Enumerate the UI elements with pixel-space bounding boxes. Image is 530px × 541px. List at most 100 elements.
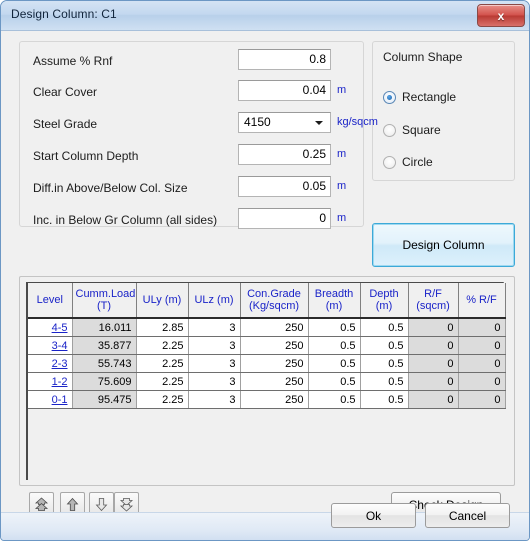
column-shape-group: Column Shape Rectangle Square Circle <box>372 41 515 181</box>
input-inc-below-gr[interactable]: 0 <box>238 208 331 229</box>
cell-pct_rf[interactable]: 0 <box>458 318 506 337</box>
cell-con_grade[interactable]: 250 <box>240 336 309 355</box>
input-diff-col-size[interactable]: 0.05 <box>238 176 331 197</box>
th-pct-rf[interactable]: % R/F <box>458 283 506 319</box>
th-level[interactable]: Level <box>28 283 73 319</box>
levels-table-body: 4-5 16.011 2.85 3 250 0.5 0.5 0 0 3-4 35.877 2.25 3 2… <box>28 318 506 409</box>
cell-cumm_load[interactable]: 75.609 <box>72 372 137 391</box>
table-row[interactable]: 1-2 75.609 2.25 3 250 0.5 0.5 0 0 <box>28 372 506 391</box>
table-row[interactable]: 4-5 16.011 2.85 3 250 0.5 0.5 0 0 <box>28 318 506 337</box>
cell-pct_rf[interactable]: 0 <box>458 336 506 355</box>
th-uly[interactable]: ULy (m) <box>136 283 189 319</box>
label-steel-grade: Steel Grade <box>33 117 98 131</box>
label-inc-below-gr: Inc. in Below Gr Column (all sides) <box>33 213 218 227</box>
th-cumm-load[interactable]: Cumm.Load (T) <box>72 283 137 319</box>
cell-level[interactable]: 0-1 <box>28 390 73 409</box>
cell-level[interactable]: 4-5 <box>28 318 73 337</box>
radio-circle-icon <box>383 155 396 169</box>
cell-con_grade[interactable]: 250 <box>240 390 309 409</box>
table-row[interactable]: 0-1 95.475 2.25 3 250 0.5 0.5 0 0 <box>28 390 506 409</box>
radio-square[interactable]: Square <box>383 122 441 138</box>
table-row[interactable]: 2-3 55.743 2.25 3 250 0.5 0.5 0 0 <box>28 354 506 373</box>
radio-square-label: Square <box>402 123 441 137</box>
cell-ulz[interactable]: 3 <box>188 372 241 391</box>
cell-uly[interactable]: 2.85 <box>136 318 189 337</box>
cell-rf[interactable]: 0 <box>408 372 459 391</box>
cell-depth[interactable]: 0.5 <box>360 354 409 373</box>
table-header-row: Level Cumm.Load (T) ULy (m) ULz (m) Con.G… <box>28 283 506 319</box>
cell-breadth[interactable]: 0.5 <box>308 372 361 391</box>
cell-rf[interactable]: 0 <box>408 390 459 409</box>
input-clear-cover[interactable]: 0.04 <box>238 80 331 101</box>
cell-rf[interactable]: 0 <box>408 354 459 373</box>
cell-breadth[interactable]: 0.5 <box>308 354 361 373</box>
th-breadth[interactable]: Breadth (m) <box>308 283 361 319</box>
cell-con_grade[interactable]: 250 <box>240 372 309 391</box>
design-column-button[interactable]: Design Column <box>372 223 515 267</box>
cell-con_grade[interactable]: 250 <box>240 354 309 373</box>
cell-cumm_load[interactable]: 95.475 <box>72 390 137 409</box>
cell-ulz[interactable]: 3 <box>188 390 241 409</box>
cell-rf[interactable]: 0 <box>408 336 459 355</box>
unit-clear-cover: m <box>337 84 347 96</box>
label-diff-col-size: Diff.in Above/Below Col. Size <box>33 181 188 195</box>
cell-pct_rf[interactable]: 0 <box>458 372 506 391</box>
cell-uly[interactable]: 2.25 <box>136 390 189 409</box>
unit-inc-below-gr: m <box>337 212 347 224</box>
cell-depth[interactable]: 0.5 <box>360 390 409 409</box>
th-depth[interactable]: Depth (m) <box>360 283 409 319</box>
cell-pct_rf[interactable]: 0 <box>458 390 506 409</box>
column-levels-grid: Level Cumm.Load (T) ULy (m) ULz (m) Con.G… <box>26 282 506 409</box>
cell-cumm_load[interactable]: 55.743 <box>72 354 137 373</box>
cell-uly[interactable]: 2.25 <box>136 372 189 391</box>
chevron-down-icon <box>310 113 327 132</box>
grid-empty-area <box>26 409 504 480</box>
design-column-dialog: Design Column: C1 x Column Shape Rectang… <box>0 0 530 541</box>
close-button[interactable]: x <box>477 4 525 27</box>
label-clear-cover: Clear Cover <box>33 85 98 99</box>
cell-level[interactable]: 1-2 <box>28 372 73 391</box>
cell-ulz[interactable]: 3 <box>188 354 241 373</box>
close-icon: x <box>497 8 505 23</box>
cell-uly[interactable]: 2.25 <box>136 336 189 355</box>
select-steel-grade[interactable]: 4150 <box>238 112 331 133</box>
input-assume-rnf[interactable]: 0.8 <box>238 49 331 70</box>
cell-breadth[interactable]: 0.5 <box>308 318 361 337</box>
th-ulz[interactable]: ULz (m) <box>188 283 241 319</box>
title-bar: Design Column: C1 x <box>1 1 529 31</box>
cell-cumm_load[interactable]: 35.877 <box>72 336 137 355</box>
cell-rf[interactable]: 0 <box>408 318 459 337</box>
cell-pct_rf[interactable]: 0 <box>458 354 506 373</box>
ok-button[interactable]: Ok <box>331 503 416 528</box>
cell-depth[interactable]: 0.5 <box>360 372 409 391</box>
cancel-button[interactable]: Cancel <box>425 503 510 528</box>
radio-circle-label: Circle <box>402 155 433 169</box>
cell-uly[interactable]: 2.25 <box>136 354 189 373</box>
cell-con_grade[interactable]: 250 <box>240 318 309 337</box>
radio-rectangle-icon <box>383 90 396 104</box>
cell-level[interactable]: 2-3 <box>28 354 73 373</box>
radio-circle[interactable]: Circle <box>383 154 433 170</box>
unit-diff-col-size: m <box>337 180 347 192</box>
cell-depth[interactable]: 0.5 <box>360 336 409 355</box>
table-row[interactable]: 3-4 35.877 2.25 3 250 0.5 0.5 0 0 <box>28 336 506 355</box>
cell-cumm_load[interactable]: 16.011 <box>72 318 137 337</box>
radio-rectangle[interactable]: Rectangle <box>383 89 456 105</box>
column-levels-grid-panel: Level Cumm.Load (T) ULy (m) ULz (m) Con.G… <box>19 276 515 486</box>
cell-level[interactable]: 3-4 <box>28 336 73 355</box>
cell-ulz[interactable]: 3 <box>188 336 241 355</box>
th-con-grade[interactable]: Con.Grade (Kg/sqcm) <box>240 283 309 319</box>
unit-steel-grade: kg/sqcm <box>337 116 378 128</box>
label-assume-rnf: Assume % Rnf <box>33 54 113 68</box>
input-start-column-depth[interactable]: 0.25 <box>238 144 331 165</box>
th-rf[interactable]: R/F (sqcm) <box>408 283 459 319</box>
unit-start-column-depth: m <box>337 148 347 160</box>
label-start-column-depth: Start Column Depth <box>33 149 139 163</box>
cell-breadth[interactable]: 0.5 <box>308 336 361 355</box>
cell-ulz[interactable]: 3 <box>188 318 241 337</box>
cell-breadth[interactable]: 0.5 <box>308 390 361 409</box>
up-arrow-icon <box>66 497 79 511</box>
down-arrow-icon <box>95 498 108 512</box>
cell-depth[interactable]: 0.5 <box>360 318 409 337</box>
dialog-body: Column Shape Rectangle Square Circle Ass… <box>1 31 529 517</box>
